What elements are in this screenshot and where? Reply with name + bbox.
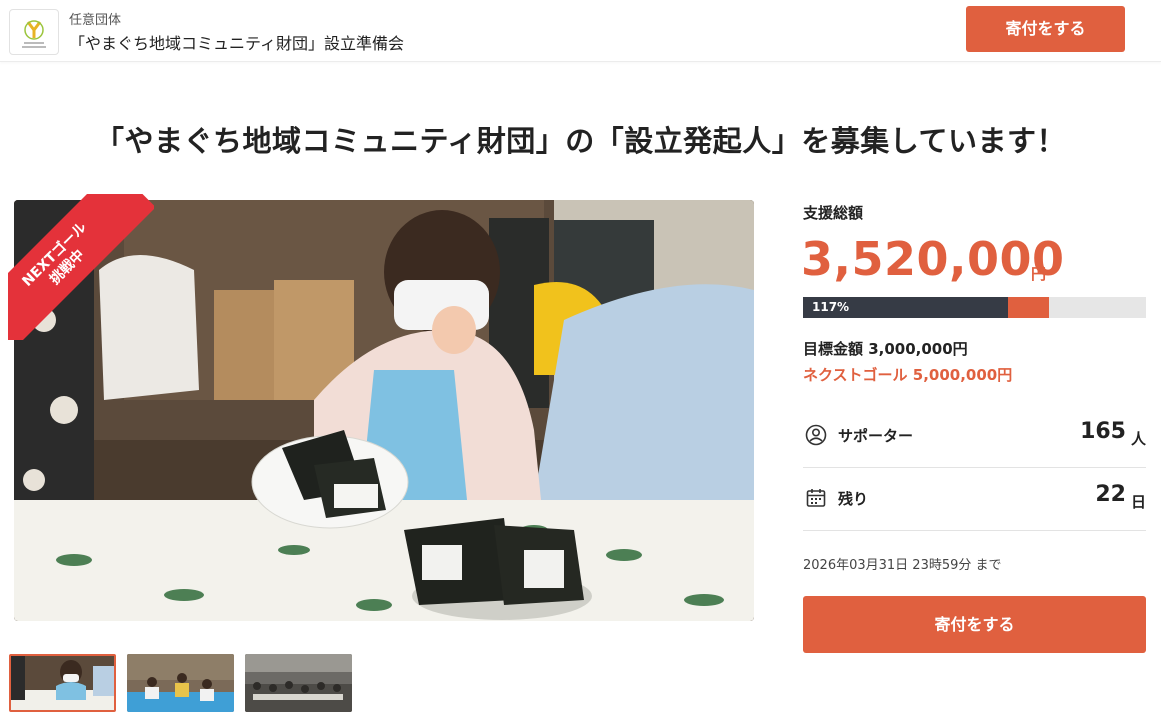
total-support-label: 支援総額 [803, 204, 864, 222]
goal-amount: 目標金額 3,000,000円 [803, 340, 968, 358]
gallery-thumbnail-2[interactable] [127, 654, 234, 712]
organization-name[interactable]: 「やまぐち地域コミュニティ財団」設立準備会 [69, 30, 404, 54]
total-support-currency: 円 [1031, 265, 1047, 283]
organization-logo[interactable] [9, 9, 59, 55]
supporters-count: 165 [1080, 419, 1126, 444]
gallery-thumbnail-1[interactable] [9, 654, 116, 712]
supporters-unit: 人 [1130, 430, 1146, 448]
remaining-days-unit: 日 [1130, 493, 1146, 511]
progress-percent: 117% [812, 300, 850, 314]
funding-progress-bar: 117% [803, 297, 1146, 318]
calendar-icon [805, 487, 827, 509]
person-circle-icon [805, 424, 827, 446]
next-goal-amount: ネクストゴール 5,000,000円 [803, 366, 1013, 384]
deadline-text: 2026年03月31日 23時59分 まで [803, 558, 1002, 573]
progress-fill-overflow [1008, 297, 1049, 318]
remaining-label: 残り [838, 490, 869, 508]
supporters-label: サポーター [838, 427, 914, 445]
organization-type: 任意団体 [69, 13, 122, 28]
next-goal-badge: NEXTゴール 挑戦中 [8, 194, 154, 340]
total-support-amount: 3,520,000 [801, 232, 1065, 286]
donate-button-main[interactable]: 寄付をする [803, 596, 1146, 653]
supporters-row: サポーター 165 人 [803, 406, 1146, 468]
top-header: 任意団体 「やまぐち地域コミュニティ財団」設立準備会 寄付をする [0, 0, 1161, 62]
page-title: 「やまぐち地域コミュニティ財団」の「設立発起人」を募集しています！ [95, 124, 1066, 158]
gallery-thumbnail-3[interactable] [245, 654, 352, 712]
donate-button-header[interactable]: 寄付をする [966, 6, 1125, 52]
remaining-days-row: 残り 22 日 [803, 469, 1146, 531]
remaining-days-count: 22 [1095, 482, 1126, 507]
